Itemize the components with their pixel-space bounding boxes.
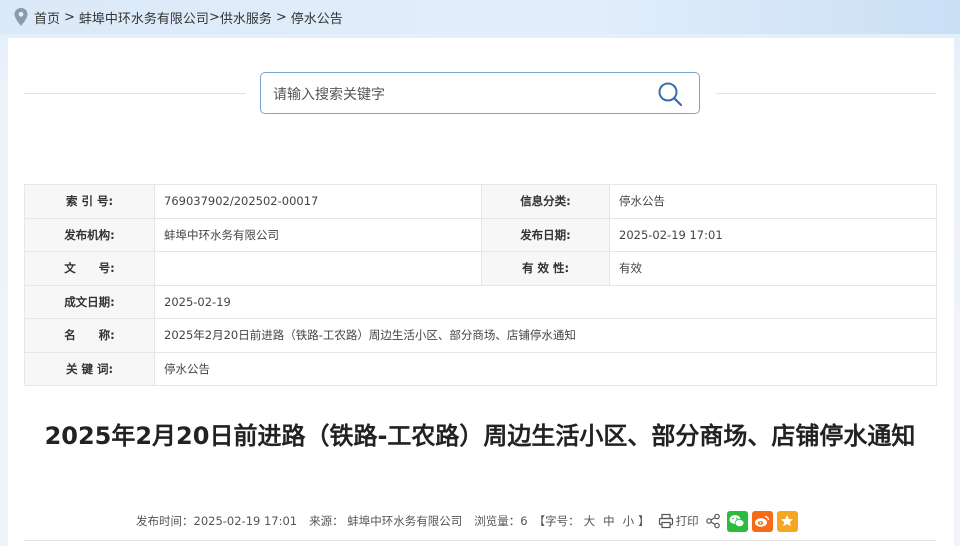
share-icon[interactable] (705, 513, 721, 529)
index-number-value: 769037902/202502-00017 (154, 184, 482, 219)
written-date-value: 2025-02-19 (154, 284, 937, 319)
font-size-medium[interactable]: 中 (603, 513, 615, 529)
font-size-bracket-open: 【字号： (533, 514, 580, 528)
search-box (260, 72, 700, 114)
name-label: 名 称: (24, 318, 155, 353)
breadcrumb-water-service[interactable]: 供水服务 (220, 8, 272, 27)
article-title: 2025年2月20日前进路（铁路-工农路）周边生活小区、部分商场、店铺停水通知 (44, 422, 916, 450)
location-pin-icon (14, 8, 28, 26)
validity-label: 有 效 性: (481, 251, 610, 286)
divider-left (24, 93, 246, 94)
breadcrumb: 首页 > 蚌埠中环水务有限公司 > 供水服务 > 停水公告 (14, 7, 343, 27)
document-number-label: 文 号: (24, 251, 155, 286)
info-category-label: 信息分类: (481, 184, 610, 219)
table-row: 名 称: 2025年2月20日前进路（铁路-工农路）周边生活小区、部分商场、店铺… (24, 318, 937, 353)
breadcrumb-home[interactable]: 首页 (34, 8, 60, 27)
bottom-divider (24, 540, 936, 541)
info-table: 索 引 号: 769037902/202502-00017 信息分类: 停水公告… (24, 184, 937, 386)
divider-right (716, 93, 936, 94)
breadcrumb-separator: > (64, 9, 75, 25)
star-icon (781, 515, 794, 527)
publish-date-value: 2025-02-19 17:01 (609, 217, 937, 252)
keywords-value: 停水公告 (154, 351, 937, 386)
index-number-label: 索 引 号: (24, 184, 155, 219)
publisher-value: 蚌埠中环水务有限公司 (154, 217, 482, 252)
publish-date-label: 发布日期: (481, 217, 610, 252)
publish-time: 发布时间：2025-02-19 17:01 (136, 514, 298, 528)
keywords-label: 关 键 词: (24, 351, 155, 386)
search-icon[interactable] (657, 81, 683, 107)
search-input[interactable] (271, 83, 645, 107)
written-date-label: 成文日期: (24, 284, 155, 319)
font-size-small[interactable]: 小 (623, 513, 635, 529)
wechat-icon (729, 515, 745, 528)
validity-value: 有效 (609, 251, 937, 286)
font-size-bracket-close: 】 (638, 514, 650, 528)
breadcrumb-current[interactable]: 停水公告 (291, 8, 343, 27)
font-size-large[interactable]: 大 (584, 513, 596, 529)
publisher-label: 发布机构: (24, 217, 155, 252)
weibo-icon (755, 515, 770, 527)
info-category-value: 停水公告 (609, 184, 937, 219)
table-row: 成文日期: 2025-02-19 (24, 284, 937, 319)
wechat-share-button[interactable] (726, 510, 748, 532)
breadcrumb-separator: > (208, 9, 220, 25)
breadcrumb-separator: > (275, 9, 287, 25)
table-row: 索 引 号: 769037902/202502-00017 信息分类: 停水公告 (24, 184, 937, 219)
article-info-bar: 发布时间：2025-02-19 17:01 来源： 蚌埠中环水务有限公司 浏览量… (136, 509, 798, 533)
table-row: 文 号: 有 效 性: 有效 (24, 251, 937, 286)
breadcrumb-company[interactable]: 蚌埠中环水务有限公司 (79, 8, 209, 27)
top-banner: 首页 > 蚌埠中环水务有限公司 > 供水服务 > 停水公告 (0, 0, 960, 34)
print-label: 打印 (675, 514, 699, 528)
document-number-value (154, 251, 482, 286)
weibo-share-button[interactable] (751, 510, 773, 532)
name-value: 2025年2月20日前进路（铁路-工农路）周边生活小区、部分商场、店铺停水通知 (154, 318, 937, 353)
favorite-button[interactable] (776, 510, 798, 532)
article-source: 来源： 蚌埠中环水务有限公司 (309, 514, 463, 528)
table-row: 关 键 词: 停水公告 (24, 351, 937, 386)
view-count: 浏览量：6 (474, 514, 528, 528)
table-row: 发布机构: 蚌埠中环水务有限公司 发布日期: 2025-02-19 17:01 (24, 217, 937, 252)
print-button[interactable]: 打印 (658, 513, 699, 529)
printer-icon (658, 513, 673, 529)
